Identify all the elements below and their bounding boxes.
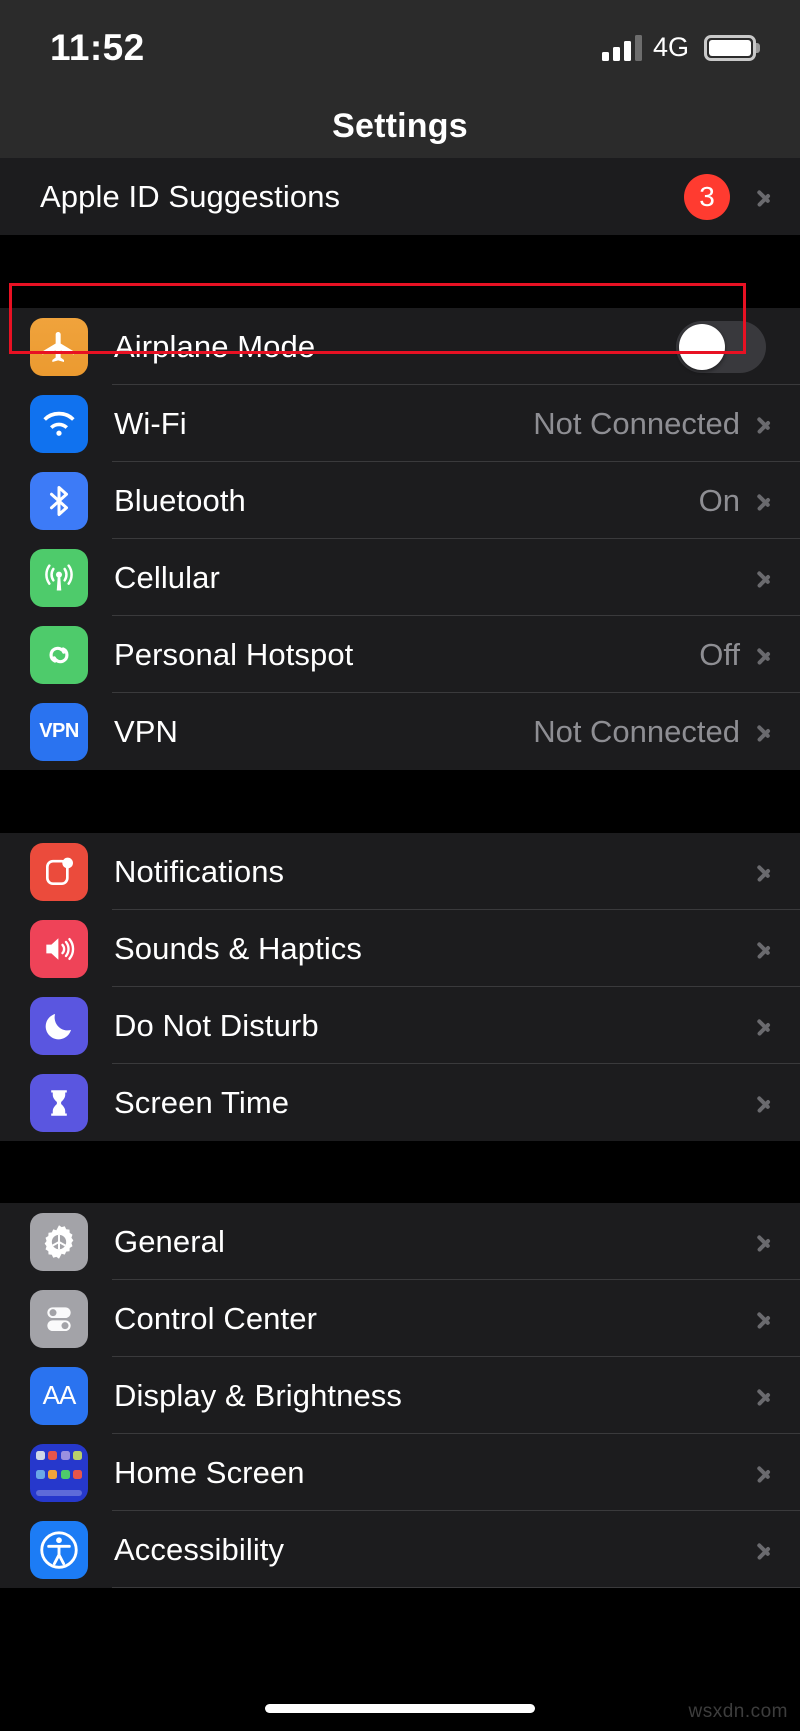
moon-icon xyxy=(30,996,88,1055)
settings-row-home-screen[interactable]: Home Screen xyxy=(0,1434,800,1511)
chevron-right-icon xyxy=(756,1089,772,1117)
row-label: Personal Hotspot xyxy=(114,636,354,672)
text-size-icon: AA xyxy=(30,1366,88,1425)
settings-row-do-not-disturb[interactable]: Do Not Disturb xyxy=(0,987,800,1064)
settings-row-screen-time[interactable]: Screen Time xyxy=(0,1064,800,1141)
settings-row-cellular[interactable]: Cellular xyxy=(0,539,800,616)
row-value: On xyxy=(698,482,740,518)
chevron-right-icon xyxy=(756,858,772,886)
settings-row-control-center[interactable]: Control Center xyxy=(0,1280,800,1357)
iphone-settings-screen: 11:52 4G Settings Apple ID Suggestions 3 xyxy=(0,0,800,1731)
status-bar-time: 11:52 xyxy=(50,26,145,68)
vpn-icon-label: VPN xyxy=(39,720,79,742)
chevron-right-icon xyxy=(756,183,772,211)
text-size-icon-label: AA xyxy=(42,1380,77,1410)
page-title: Settings xyxy=(332,107,468,145)
status-badge: 3 xyxy=(684,173,730,220)
speaker-icon xyxy=(30,919,88,978)
wifi-icon xyxy=(30,394,88,453)
settings-row-display-brightness[interactable]: AA Display & Brightness xyxy=(0,1357,800,1434)
settings-row-sounds-haptics[interactable]: Sounds & Haptics xyxy=(0,910,800,987)
row-label: Cellular xyxy=(114,559,220,595)
chevron-right-icon xyxy=(756,410,772,438)
airplane-icon xyxy=(30,317,88,376)
row-label: Do Not Disturb xyxy=(114,1007,319,1043)
row-label: Apple ID Suggestions xyxy=(40,178,341,214)
connectivity-group: Airplane Mode Wi-Fi Not Connected Blueto… xyxy=(0,308,800,770)
status-bar: 11:52 4G xyxy=(0,0,800,95)
settings-row-personal-hotspot[interactable]: Personal Hotspot Off xyxy=(0,616,800,693)
row-value: Not Connected xyxy=(533,405,740,441)
row-label: Control Center xyxy=(114,1300,317,1336)
app-grid-icon xyxy=(30,1443,88,1502)
row-label: VPN xyxy=(114,713,179,749)
chevron-right-icon xyxy=(756,1382,772,1410)
chevron-right-icon xyxy=(756,935,772,963)
row-label: Accessibility xyxy=(114,1531,285,1567)
group-gap xyxy=(0,770,800,833)
toggle-knob xyxy=(679,323,725,370)
cellular-signal-icon xyxy=(601,34,642,61)
row-label: Display & Brightness xyxy=(114,1377,403,1413)
notifications-icon xyxy=(30,842,88,901)
settings-row-accessibility[interactable]: Accessibility xyxy=(0,1511,800,1588)
settings-row-notifications[interactable]: Notifications xyxy=(0,833,800,910)
row-label: Bluetooth xyxy=(114,482,246,518)
notifications-group: Notifications Sounds & Haptics Do Not Di… xyxy=(0,833,800,1141)
home-indicator[interactable] xyxy=(265,1704,535,1713)
row-value: Not Connected xyxy=(533,713,740,749)
chevron-right-icon xyxy=(756,641,772,669)
hotspot-icon xyxy=(30,625,88,684)
settings-row-airplane-mode[interactable]: Airplane Mode xyxy=(0,308,800,385)
status-bar-indicators: 4G xyxy=(601,32,756,63)
bluetooth-icon xyxy=(30,471,88,530)
row-label: General xyxy=(114,1223,225,1259)
chevron-right-icon xyxy=(756,487,772,515)
row-label: Notifications xyxy=(114,853,285,889)
settings-row-general[interactable]: General xyxy=(0,1203,800,1280)
vpn-icon: VPN xyxy=(30,702,88,761)
group-gap xyxy=(0,1141,800,1203)
cellular-icon xyxy=(30,548,88,607)
suggestions-group: Apple ID Suggestions 3 xyxy=(0,158,800,235)
settings-row-apple-id-suggestions[interactable]: Apple ID Suggestions 3 xyxy=(0,158,800,235)
chevron-right-icon xyxy=(756,1305,772,1333)
group-gap xyxy=(0,235,800,308)
row-label: Wi-Fi xyxy=(114,405,187,441)
settings-row-wifi[interactable]: Wi-Fi Not Connected xyxy=(0,385,800,462)
watermark: wsxdn.com xyxy=(688,1701,788,1722)
navigation-bar: Settings xyxy=(0,95,800,158)
sliders-icon xyxy=(30,1289,88,1348)
row-label: Home Screen xyxy=(114,1454,305,1490)
battery-full-icon xyxy=(704,34,756,61)
row-label: Sounds & Haptics xyxy=(114,930,363,966)
hourglass-icon xyxy=(30,1073,88,1132)
settings-row-vpn[interactable]: VPN VPN Not Connected xyxy=(0,693,800,770)
row-label: Screen Time xyxy=(114,1084,290,1120)
row-value: Off xyxy=(699,636,740,672)
chevron-right-icon xyxy=(756,718,772,746)
chevron-right-icon xyxy=(756,1459,772,1487)
airplane-mode-toggle[interactable] xyxy=(676,320,766,373)
network-type-label: 4G xyxy=(652,32,689,62)
chevron-right-icon xyxy=(756,1536,772,1564)
system-group: General Control Center AA Display & Brig… xyxy=(0,1203,800,1588)
chevron-right-icon xyxy=(756,1228,772,1256)
row-label: Airplane Mode xyxy=(114,328,316,364)
gear-icon xyxy=(30,1212,88,1271)
settings-row-bluetooth[interactable]: Bluetooth On xyxy=(0,462,800,539)
chevron-right-icon xyxy=(756,1012,772,1040)
chevron-right-icon xyxy=(756,564,772,592)
accessibility-icon xyxy=(30,1520,88,1579)
